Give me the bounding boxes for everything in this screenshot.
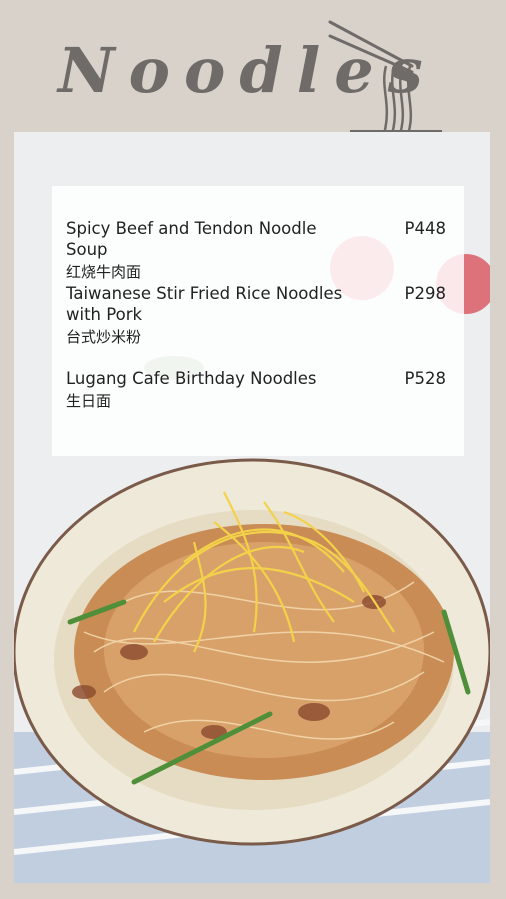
menu-item: Lugang Cafe Birthday Noodles 生日面 P528	[66, 368, 446, 411]
menu-card: Spicy Beef and Tendon Noodle Soup 红烧牛肉面 …	[52, 186, 464, 456]
menu-item-name: Taiwanese Stir Fried Rice Noodles with P…	[66, 284, 343, 324]
menu-item-price: P528	[404, 369, 446, 388]
menu-item-name-cn: 台式炒米粉	[66, 328, 142, 346]
menu-item-name: Lugang Cafe Birthday Noodles	[66, 369, 317, 388]
menu-item-name-cn: 生日面	[66, 392, 112, 410]
menu-item: Taiwanese Stir Fried Rice Noodles with P…	[66, 283, 446, 347]
menu-item: Spicy Beef and Tendon Noodle Soup 红烧牛肉面 …	[66, 218, 446, 282]
menu-item-price: P298	[404, 284, 446, 303]
menu-item-price: P448	[404, 219, 446, 238]
menu-item-name-cn: 红烧牛肉面	[66, 263, 142, 281]
menu-item-name: Spicy Beef and Tendon Noodle Soup	[66, 219, 317, 259]
